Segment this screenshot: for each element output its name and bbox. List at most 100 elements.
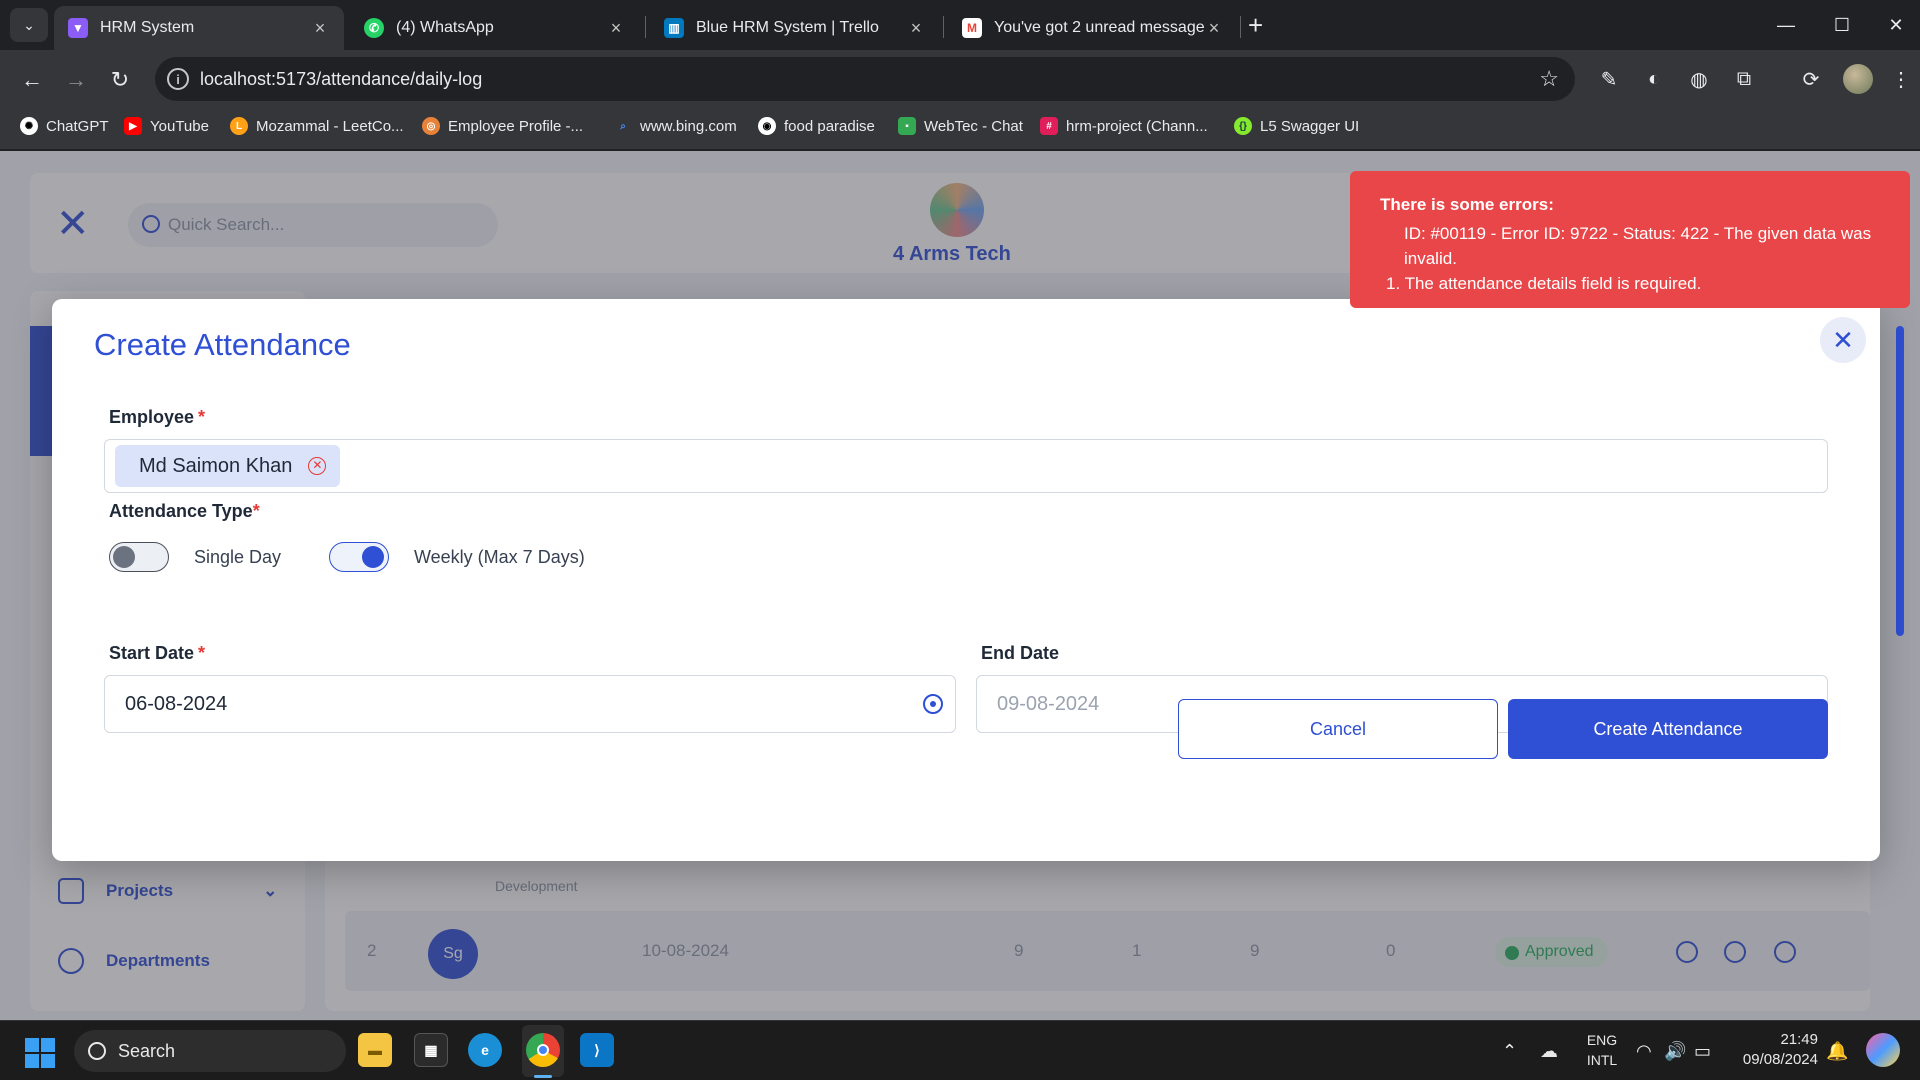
tab-separator <box>645 16 646 38</box>
copilot-icon[interactable] <box>1866 1033 1900 1067</box>
wifi-icon[interactable]: ◠ <box>1636 1041 1652 1062</box>
extension-icon[interactable]: ◐ <box>1641 66 1667 92</box>
clock-time: 21:49 <box>1780 1031 1818 1048</box>
employee-select[interactable]: Md Saimon Khan ✕ <box>104 439 1828 493</box>
forward-arrow-icon[interactable]: → <box>60 64 92 96</box>
new-tab-button[interactable]: + <box>1248 10 1263 41</box>
cancel-button[interactable]: Cancel <box>1178 699 1498 759</box>
bookmark-food-paradise[interactable]: ◉ food paradise <box>758 117 875 135</box>
bookmark-youtube[interactable]: ▶ YouTube <box>124 117 209 135</box>
create-attendance-button[interactable]: Create Attendance <box>1508 699 1828 759</box>
store-icon[interactable]: ▦ <box>414 1033 448 1067</box>
vite-icon: ▼ <box>68 18 88 38</box>
end-date-label: End Date <box>981 643 1060 663</box>
bookmark-label: Mozammal - LeetCo... <box>256 117 404 135</box>
close-icon[interactable]: × <box>606 18 626 39</box>
bookmark-hrm-project[interactable]: # hrm-project (Chann... <box>1040 117 1208 135</box>
bookmark-swagger[interactable]: {} L5 Swagger UI <box>1234 117 1359 135</box>
start-date-input[interactable]: 06-08-2024 <box>104 675 956 733</box>
site-info-icon[interactable]: i <box>167 68 189 90</box>
volume-icon[interactable]: 🔊 <box>1664 1041 1686 1062</box>
tab-separator <box>1240 16 1241 38</box>
search-icon: ⌕ <box>620 120 626 132</box>
globe-icon[interactable]: ◍ <box>1686 66 1712 92</box>
bookmark-label: www.bing.com <box>640 117 737 135</box>
github-icon: ◉ <box>758 117 776 135</box>
remove-chip-icon[interactable]: ✕ <box>308 457 327 475</box>
error-toast[interactable]: There is some errors: ID: #00119 - Error… <box>1350 171 1910 308</box>
required-mark: * <box>198 407 206 427</box>
profile-avatar[interactable] <box>1843 64 1873 94</box>
onedrive-cloud-icon[interactable]: ☁ <box>1540 1041 1558 1062</box>
file-explorer-icon[interactable]: ▬ <box>358 1033 392 1067</box>
edge-icon[interactable]: e <box>468 1033 502 1067</box>
app-page: ✕ Quick Search... 4 Arms Tech Projects ⌄… <box>0 151 1920 1020</box>
system-clock[interactable]: 21:49 09/08/2024 <box>1738 1030 1818 1070</box>
bookmark-chatgpt[interactable]: ✺ ChatGPT <box>20 117 109 135</box>
puzzle-icon[interactable]: ⧉ <box>1731 66 1757 92</box>
menu-dots-icon[interactable]: ⋮ <box>1888 66 1914 92</box>
profile-icon: ◎ <box>422 117 440 135</box>
battery-icon[interactable]: ▭ <box>1694 1041 1711 1062</box>
employee-chip-label: Md Saimon Khan <box>139 455 293 477</box>
scrollbar-thumb[interactable] <box>1896 326 1904 636</box>
url-text[interactable]: localhost:5173/attendance/daily-log <box>200 69 482 90</box>
weekly-toggle[interactable] <box>329 542 389 572</box>
tab-title: Blue HRM System | Trello <box>696 19 879 36</box>
performance-icon[interactable]: ⟳ <box>1798 66 1824 92</box>
bookmarks-bar: ✺ ChatGPT ▶ YouTube L Mozammal - LeetCo.… <box>0 108 1920 150</box>
bookmark-label: WebTec - Chat <box>924 117 1023 135</box>
attendance-type-label-text: Attendance Type <box>109 501 253 521</box>
minimize-button[interactable]: — <box>1763 8 1809 42</box>
close-icon[interactable]: × <box>310 18 330 39</box>
bookmark-bing[interactable]: ⌕ www.bing.com <box>614 117 737 135</box>
single-day-label: Single Day <box>194 547 282 567</box>
close-icon[interactable]: ✕ <box>1820 317 1866 363</box>
bookmark-label: ChatGPT <box>46 117 109 135</box>
back-arrow-icon[interactable]: ← <box>16 64 48 96</box>
tab-hrm-system[interactable]: ▼ HRM System × <box>54 6 344 50</box>
employee-chip: Md Saimon Khan ✕ <box>115 445 341 487</box>
bookmark-star-icon[interactable]: ☆ <box>1539 66 1559 92</box>
leetcode-icon: L <box>230 117 248 135</box>
bookmark-leetcode[interactable]: L Mozammal - LeetCo... <box>230 117 404 135</box>
employee-label: Employee * <box>109 407 205 428</box>
bookmark-employee-profile[interactable]: ◎ Employee Profile -... <box>422 117 583 135</box>
required-mark: * <box>252 501 260 521</box>
bookmark-label: Employee Profile -... <box>448 117 584 135</box>
attendance-type-label: Attendance Type* <box>109 501 260 522</box>
tab-gmail[interactable]: M You've got 2 unread messages × <box>948 6 1238 50</box>
reload-icon[interactable]: ↻ <box>104 64 136 96</box>
close-icon[interactable]: × <box>1204 18 1224 39</box>
tab-whatsapp[interactable]: ✆ (4) WhatsApp × <box>350 6 640 50</box>
chevron-up-icon[interactable]: ⌃ <box>1502 1041 1517 1062</box>
windows-start-icon[interactable] <box>25 1038 55 1068</box>
modal-title: Create Attendance <box>94 327 351 362</box>
active-indicator <box>534 1075 552 1078</box>
close-icon[interactable]: × <box>906 18 926 39</box>
maximize-button[interactable]: ☐ <box>1819 8 1865 42</box>
bookmark-webtec-chat[interactable]: ▪ WebTec - Chat <box>898 117 1023 135</box>
tab-search-button[interactable]: ⌄ <box>10 8 48 42</box>
language-indicator[interactable]: ENG INTL <box>1582 1030 1622 1070</box>
tab-trello[interactable]: ▥ Blue HRM System | Trello × <box>650 6 940 50</box>
language-code: ENG <box>1586 1032 1618 1048</box>
chrome-icon[interactable] <box>526 1033 560 1067</box>
toast-message: ID: #00119 - Error ID: 9722 - Status: 42… <box>1404 224 1872 268</box>
gmail-icon: M <box>962 18 982 38</box>
notification-bell-icon[interactable]: 🔔 <box>1826 1041 1848 1062</box>
address-bar[interactable]: i localhost:5173/attendance/daily-log ☆ <box>155 57 1575 101</box>
vscode-icon[interactable]: ⟩ <box>580 1033 614 1067</box>
toast-error-item: 1. The attendance details field is requi… <box>1386 274 1702 293</box>
weekly-label: Weekly (Max 7 Days) <box>414 547 585 567</box>
end-date-value: 09-08-2024 <box>997 693 1100 715</box>
single-day-toggle[interactable] <box>109 542 169 572</box>
eyedropper-icon[interactable]: ✎ <box>1596 66 1622 92</box>
taskbar-search[interactable]: Search <box>74 1030 346 1072</box>
chat-icon: ▪ <box>898 117 916 135</box>
calendar-icon[interactable] <box>923 694 943 714</box>
youtube-icon: ▶ <box>124 117 142 135</box>
bookmark-label: food paradise <box>784 117 875 135</box>
window-close-button[interactable]: ✕ <box>1873 8 1919 42</box>
toggle-knob <box>362 546 384 568</box>
